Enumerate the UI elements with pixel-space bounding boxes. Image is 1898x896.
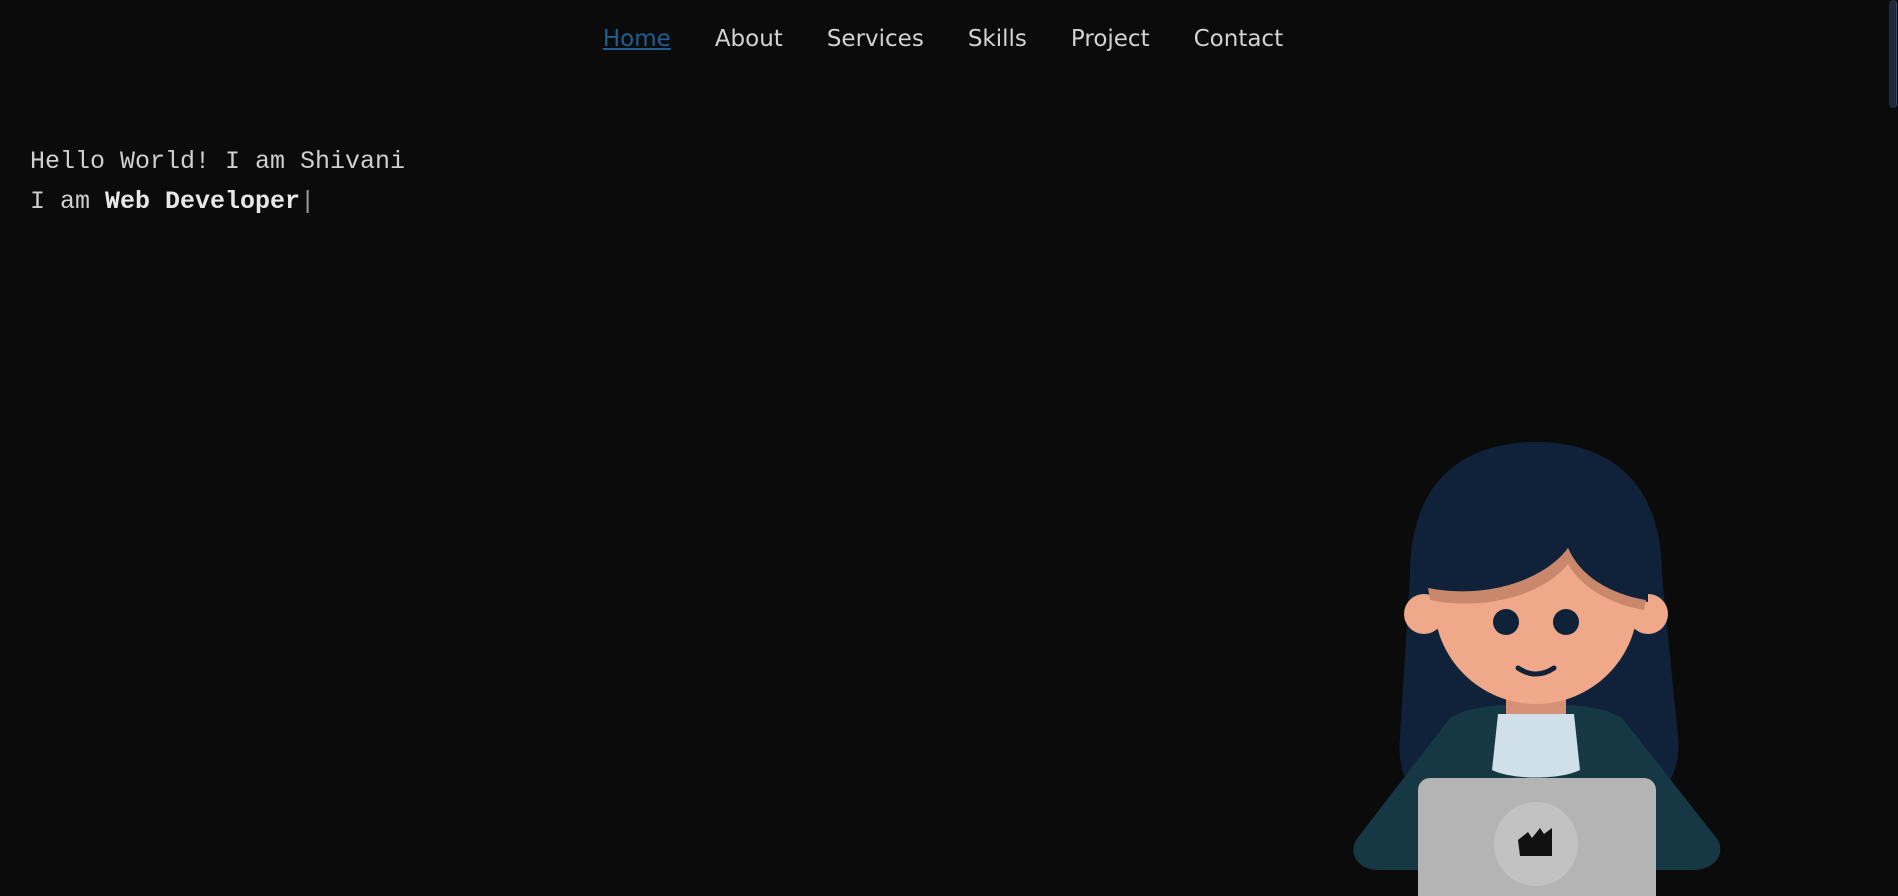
hero-greeting: Hello World! I am Shivani — [30, 147, 406, 176]
hero-role: Web Developer — [105, 187, 301, 216]
collar — [1492, 714, 1580, 778]
nav-link-contact[interactable]: Contact — [1194, 26, 1283, 52]
scrollbar-thumb[interactable] — [1889, 0, 1897, 108]
developer-illustration-svg — [1353, 442, 1721, 896]
nav-link-project[interactable]: Project — [1071, 26, 1150, 52]
page-scrollbar[interactable] — [1886, 0, 1898, 896]
eye-left — [1493, 609, 1519, 635]
nav-link-skills[interactable]: Skills — [968, 26, 1027, 52]
nav-link-about[interactable]: About — [715, 26, 783, 52]
nav-link-services[interactable]: Services — [827, 26, 924, 52]
top-navigation: Home About Services Skills Project Conta… — [0, 0, 1886, 78]
hero-role-line: I am Web Developer| — [30, 182, 405, 222]
nav-link-home[interactable]: Home — [603, 26, 671, 52]
hero-intro: Hello World! I am Shivani I am Web Devel… — [30, 142, 405, 222]
eye-right — [1553, 609, 1579, 635]
typing-cursor: | — [300, 187, 316, 216]
hero-role-prefix: I am — [30, 187, 106, 216]
developer-girl-with-laptop-illustration — [1340, 436, 1740, 896]
